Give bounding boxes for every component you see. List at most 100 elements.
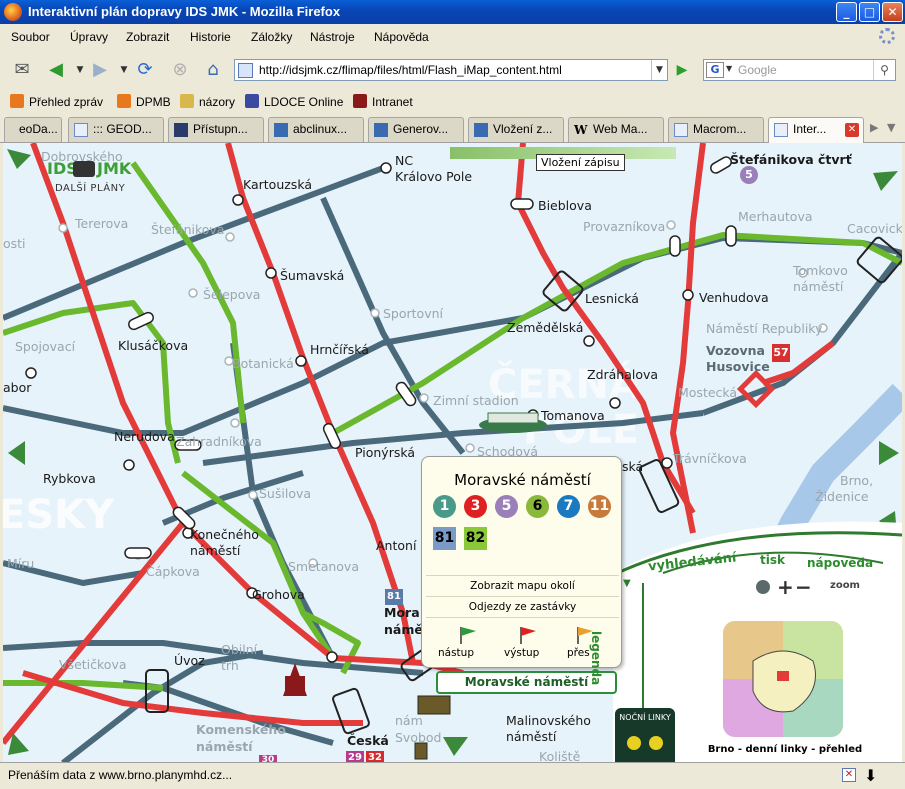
- stop-button[interactable]: ⊗: [168, 58, 192, 82]
- station-label[interactable]: nám: [395, 713, 423, 728]
- go-button[interactable]: ▶: [672, 60, 692, 80]
- station-label[interactable]: Tomanova: [541, 408, 605, 423]
- station-label[interactable]: Všetičkova: [59, 657, 127, 672]
- station-label[interactable]: trh: [221, 658, 239, 673]
- station-label[interactable]: Spojovací: [15, 339, 75, 354]
- tab-geod[interactable]: ::: GEOD...: [68, 117, 164, 142]
- station-label[interactable]: Merhautova: [738, 209, 813, 224]
- line-badge[interactable]: 3: [464, 495, 487, 518]
- station-label[interactable]: Židenice: [815, 489, 869, 504]
- bookmark-prehled-zprav[interactable]: Přehled zpráv: [10, 94, 103, 109]
- station-label[interactable]: Šumavská: [280, 268, 344, 283]
- station-label[interactable]: Klusáčkova: [118, 338, 188, 353]
- station-label[interactable]: Nerudova: [114, 429, 175, 444]
- home-button[interactable]: ⌂: [201, 58, 225, 82]
- station-label[interactable]: Dobrovského: [41, 149, 123, 164]
- line-badge[interactable]: 29: [346, 751, 364, 762]
- ids-jmk-logo[interactable]: IDS JMK DALŠÍ PLÁNY: [47, 159, 131, 203]
- station-label[interactable]: abor: [3, 380, 31, 395]
- station-label[interactable]: Obilní: [221, 642, 257, 657]
- line-badge[interactable]: 6: [526, 495, 549, 518]
- station-label[interactable]: Míru: [7, 556, 34, 571]
- station-label[interactable]: Hrnčířská: [310, 342, 369, 357]
- station-label[interactable]: Lesnická: [585, 291, 639, 306]
- address-url[interactable]: http://idsjmk.cz/flimap/files/html/Flash…: [259, 63, 562, 77]
- search-engine-icon[interactable]: G: [706, 62, 724, 78]
- station-label[interactable]: Tererova: [75, 216, 128, 231]
- station-label[interactable]: Konečného: [190, 527, 259, 542]
- zoom-out-icon[interactable]: −: [795, 575, 812, 599]
- station-label[interactable]: náměstí: [793, 279, 843, 294]
- line-badge[interactable]: 11: [588, 495, 611, 518]
- menu-tools[interactable]: Nástroje: [310, 30, 355, 44]
- station-label[interactable]: Zimní stadion: [433, 393, 519, 408]
- station-label[interactable]: Svobod: [395, 730, 442, 745]
- tab-generovani[interactable]: Generov...: [368, 117, 464, 142]
- bookmark-ldoce[interactable]: LDOCE Online: [245, 94, 343, 109]
- exit-flag-icon[interactable]: [518, 625, 538, 645]
- station-label[interactable]: Smetanova: [288, 559, 359, 574]
- tab-list-dropdown[interactable]: ▼: [887, 121, 895, 134]
- station-label[interactable]: Kartouzská: [243, 177, 312, 192]
- popup-blocker-icon[interactable]: ✕: [842, 768, 856, 782]
- tab-scroll-right[interactable]: ▶: [870, 121, 878, 134]
- via-label[interactable]: přes: [567, 647, 590, 659]
- minimize-button[interactable]: _: [836, 2, 857, 22]
- zoom-in-icon[interactable]: +: [777, 575, 794, 599]
- station-label[interactable]: Štefánikova čtvrť: [730, 152, 852, 167]
- bus-line-badge[interactable]: 81: [433, 527, 456, 550]
- reload-button[interactable]: ⟳: [133, 58, 157, 82]
- menu-help[interactable]: Nápověda: [374, 30, 429, 44]
- station-label[interactable]: Vozovna: [706, 343, 765, 358]
- station-label[interactable]: Cacovick: [847, 221, 902, 236]
- forward-button[interactable]: ▶: [88, 58, 112, 82]
- departures-link[interactable]: Odjezdy ze zastávky: [422, 601, 623, 613]
- search-engine-dropdown[interactable]: ▼: [726, 64, 732, 73]
- bookmark-nazory[interactable]: názory: [180, 94, 235, 109]
- legend-tab[interactable]: legenda: [589, 631, 603, 685]
- overview-minimap[interactable]: [723, 621, 843, 737]
- station-label[interactable]: Bieblova: [538, 198, 592, 213]
- tab-macromedia[interactable]: Macrom...: [668, 117, 764, 142]
- station-label[interactable]: Trávníčkova: [673, 451, 747, 466]
- menu-history[interactable]: Historie: [190, 30, 231, 44]
- exit-label[interactable]: výstup: [504, 647, 539, 659]
- station-label[interactable]: námě: [384, 622, 423, 637]
- station-label[interactable]: Sušilova: [259, 486, 311, 501]
- address-bar[interactable]: http://idsjmk.cz/flimap/files/html/Flash…: [234, 59, 668, 81]
- station-label[interactable]: NC: [395, 153, 413, 168]
- station-label[interactable]: náměstí: [196, 739, 253, 754]
- tab-interaktivni-plan[interactable]: Inter... ✕: [768, 117, 864, 143]
- station-label[interactable]: Husovice: [706, 359, 770, 374]
- station-label[interactable]: Sportovní: [383, 306, 443, 321]
- close-tab-icon[interactable]: ✕: [845, 123, 859, 137]
- show-area-map-link[interactable]: Zobrazit mapu okolí: [422, 580, 623, 592]
- line-badge[interactable]: 81: [385, 589, 403, 605]
- station-label[interactable]: Provazníkova: [583, 219, 665, 234]
- station-label[interactable]: Tomkovo: [793, 263, 848, 278]
- tab-geodata[interactable]: eoDa...: [4, 117, 62, 142]
- line-badge[interactable]: 1: [433, 495, 456, 518]
- station-label[interactable]: Česká: [347, 733, 389, 748]
- station-label[interactable]: Zemědělská: [507, 320, 583, 335]
- address-dropdown[interactable]: ▼: [651, 60, 667, 80]
- window-titlebar[interactable]: Interaktivní plán dopravy IDS JMK - Mozi…: [0, 0, 905, 24]
- station-label[interactable]: Mostecká: [678, 385, 737, 400]
- tab-vlozeni-zapisu[interactable]: Vložení z...: [468, 117, 564, 142]
- station-label[interactable]: Úvoz: [174, 653, 205, 668]
- station-label[interactable]: Rybkova: [43, 471, 96, 486]
- globe-icon[interactable]: [756, 580, 770, 594]
- line-badge[interactable]: 57: [772, 344, 790, 362]
- download-arrow-icon[interactable]: ⬇: [864, 766, 877, 785]
- tab-abclinux[interactable]: abclinux...: [268, 117, 364, 142]
- map-viewport[interactable]: ČERNÁ POLE ESKY Vložení zápisu IDS JMK D…: [3, 143, 902, 762]
- station-label[interactable]: Koliště: [539, 749, 580, 762]
- station-label[interactable]: Čápkova: [146, 564, 200, 579]
- menu-view[interactable]: Zobrazit: [126, 30, 169, 44]
- station-label[interactable]: náměstí: [506, 729, 556, 744]
- station-label[interactable]: Zdráhalova: [587, 367, 658, 382]
- line-badge[interactable]: 7: [557, 495, 580, 518]
- help-link[interactable]: nápověda: [807, 556, 873, 570]
- station-label[interactable]: Venhudova: [699, 290, 769, 305]
- back-button[interactable]: ◀: [44, 58, 68, 82]
